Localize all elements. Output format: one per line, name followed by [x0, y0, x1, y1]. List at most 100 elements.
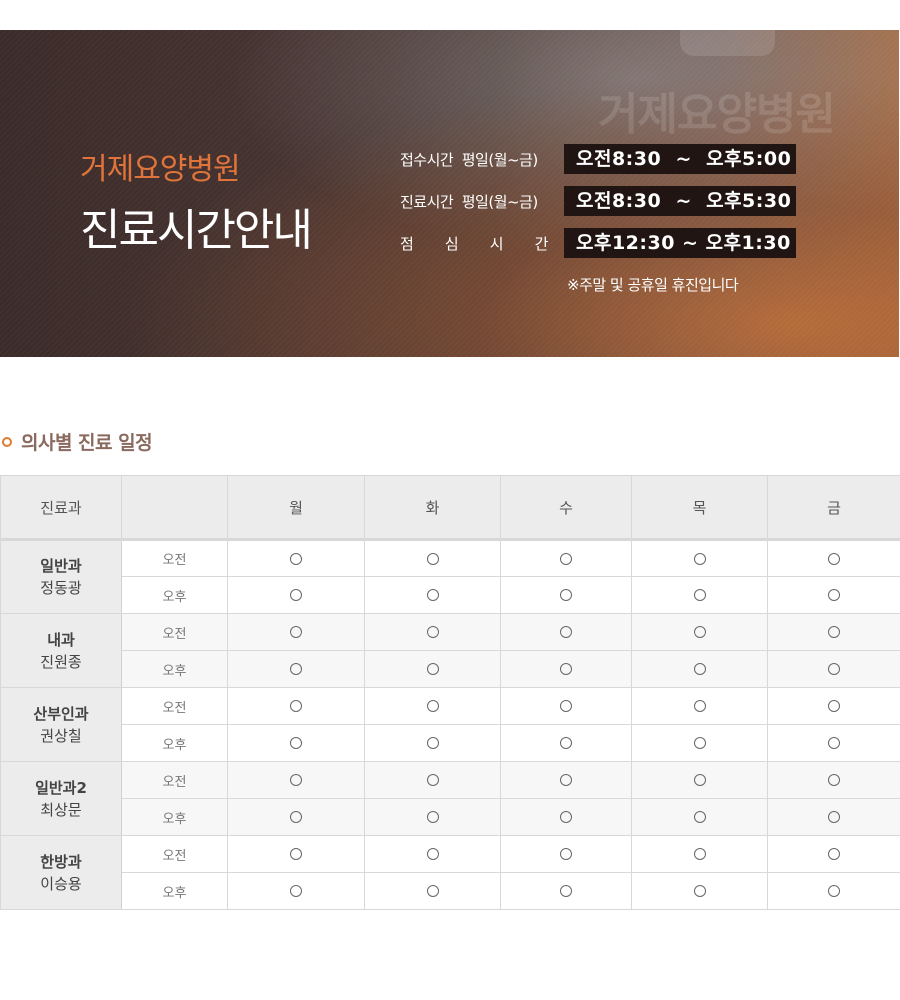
circle-icon — [828, 626, 840, 638]
availability-cell — [227, 835, 365, 873]
circle-icon — [560, 774, 572, 786]
table-row: 오후 — [1, 724, 900, 762]
lunch-label-char: 심 — [444, 235, 459, 253]
table-header-row: 진료과 월 화 수 목 금 — [0, 475, 900, 541]
circle-icon — [828, 885, 840, 897]
availability-cell — [767, 650, 900, 688]
department-name: 일반과2 — [35, 778, 87, 797]
availability-cell — [500, 798, 632, 836]
circle-icon — [426, 811, 439, 823]
circle-icon — [693, 552, 706, 565]
availability-cell — [227, 872, 365, 910]
circle-icon — [290, 774, 302, 786]
circle-icon — [426, 885, 439, 897]
circle-icon — [693, 774, 706, 786]
circle-icon — [560, 552, 572, 565]
circle-icon — [828, 589, 840, 601]
circle-icon — [426, 774, 439, 786]
circle-icon — [290, 626, 302, 638]
circle-icon — [693, 885, 706, 897]
circle-icon — [828, 737, 840, 749]
availability-cell — [767, 539, 900, 577]
availability-cell — [631, 539, 768, 577]
table-row: 내과 진원종 오전 — [0, 613, 900, 688]
circle-icon — [426, 848, 439, 860]
availability-cell — [631, 798, 768, 836]
bullet-circle-icon — [2, 436, 12, 447]
session-cell: 오전 — [121, 687, 228, 725]
availability-cell — [500, 650, 632, 688]
department-name: 한방과 — [40, 852, 82, 871]
availability-cell — [227, 724, 365, 762]
doctor-name: 권상칠 — [40, 726, 82, 745]
table-row: 오후 — [1, 872, 900, 910]
doctor-name: 진원종 — [40, 652, 82, 671]
header-wed: 수 — [500, 475, 632, 541]
circle-icon — [426, 626, 439, 638]
section-title: 의사별 진료 일정 — [2, 428, 153, 455]
department-cell: 한방과 이승용 — [0, 835, 122, 910]
doctor-name: 정동광 — [40, 579, 82, 597]
circle-icon — [693, 848, 706, 860]
table-row: 일반과2 최상문 오전 — [0, 761, 900, 836]
department-cell: 일반과정동광 — [0, 539, 122, 614]
header-department: 진료과 — [0, 475, 122, 541]
availability-cell — [500, 724, 632, 762]
availability-cell — [364, 539, 501, 577]
lunch-label-char: 시 — [489, 235, 504, 253]
header-tue: 화 — [364, 475, 501, 541]
header-fri: 금 — [767, 475, 900, 541]
circle-icon — [828, 663, 840, 675]
sign-graphic — [680, 30, 775, 56]
circle-icon — [290, 885, 302, 897]
circle-icon — [560, 848, 572, 860]
lunch-hours-time: 오후12:30 ~ 오후1:30 — [564, 228, 796, 258]
availability-cell — [767, 761, 900, 799]
availability-cell — [767, 687, 900, 725]
circle-icon — [290, 552, 302, 565]
department-name: 산부인과 — [33, 704, 89, 723]
circle-icon — [693, 626, 706, 638]
availability-cell — [767, 613, 900, 651]
lunch-label-char: 점 — [400, 235, 414, 253]
session-cell: 오후 — [121, 724, 228, 762]
circle-icon — [693, 811, 706, 823]
availability-cell — [364, 872, 501, 910]
department-name: 일반과 — [40, 557, 82, 575]
header-mon: 월 — [227, 475, 365, 541]
department-cell: 일반과2 최상문 — [0, 761, 122, 836]
table-row: 오후 — [1, 650, 900, 688]
circle-icon — [828, 552, 840, 565]
availability-cell — [364, 576, 501, 614]
reception-hours-time: 오전8:30 ~ 오후5:00 — [564, 144, 796, 174]
circle-icon — [560, 737, 572, 749]
circle-icon — [290, 811, 302, 823]
treatment-hours-label: 진료시간 평일(월~금) — [400, 193, 538, 211]
availability-cell — [767, 798, 900, 836]
circle-icon — [426, 737, 439, 749]
availability-cell — [364, 687, 501, 725]
section-title-text: 의사별 진료 일정 — [21, 432, 153, 454]
doctor-schedule-table: 진료과 월 화 수 목 금 일반과 정동광 오전 오후 내과 진원종 오전 오후 산부인과 권상칠… — [0, 475, 900, 910]
availability-cell — [631, 835, 768, 873]
availability-cell — [364, 650, 501, 688]
availability-cell — [364, 835, 501, 873]
header-thu: 목 — [631, 475, 768, 541]
circle-icon — [693, 663, 706, 675]
circle-icon — [828, 848, 840, 860]
availability-cell — [364, 724, 501, 762]
department-name: 내과 — [47, 630, 75, 649]
availability-cell — [767, 835, 900, 873]
lunch-hours-label: 점 심 시 간 — [400, 233, 548, 254]
background-sign-text: 거제요양병원 — [598, 89, 836, 140]
availability-cell — [500, 613, 632, 651]
availability-cell — [227, 539, 365, 577]
session-cell: 오후 — [121, 650, 228, 688]
availability-cell — [364, 798, 501, 836]
circle-icon — [560, 626, 572, 638]
page-heading: 진료시간안내 — [80, 205, 313, 256]
table-row: 오후 — [1, 576, 900, 614]
circle-icon — [290, 663, 302, 675]
hours-banner: 거제요양병원 거제요양병원 진료시간안내 접수시간 평일(월~금) 오전8:30… — [0, 30, 899, 357]
circle-icon — [290, 848, 302, 860]
